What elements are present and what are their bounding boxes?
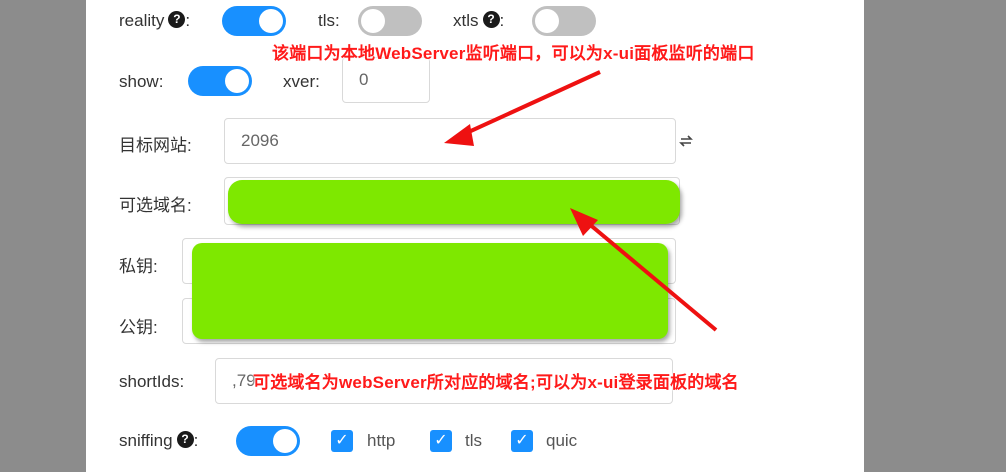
red-arrow xyxy=(461,70,601,137)
annotation-text-bottom: 可选域名为webServer所对应的域名;可以为x-ui登录面板的域名 xyxy=(253,373,739,392)
red-arrow xyxy=(580,216,718,332)
red-arrow-head xyxy=(570,208,598,236)
annotation-arrows xyxy=(444,70,718,332)
annotation-text-top: 该端口为本地WebServer监听端口，可以为x-ui面板监听的端口 xyxy=(272,44,755,63)
red-arrow-head xyxy=(444,124,474,146)
